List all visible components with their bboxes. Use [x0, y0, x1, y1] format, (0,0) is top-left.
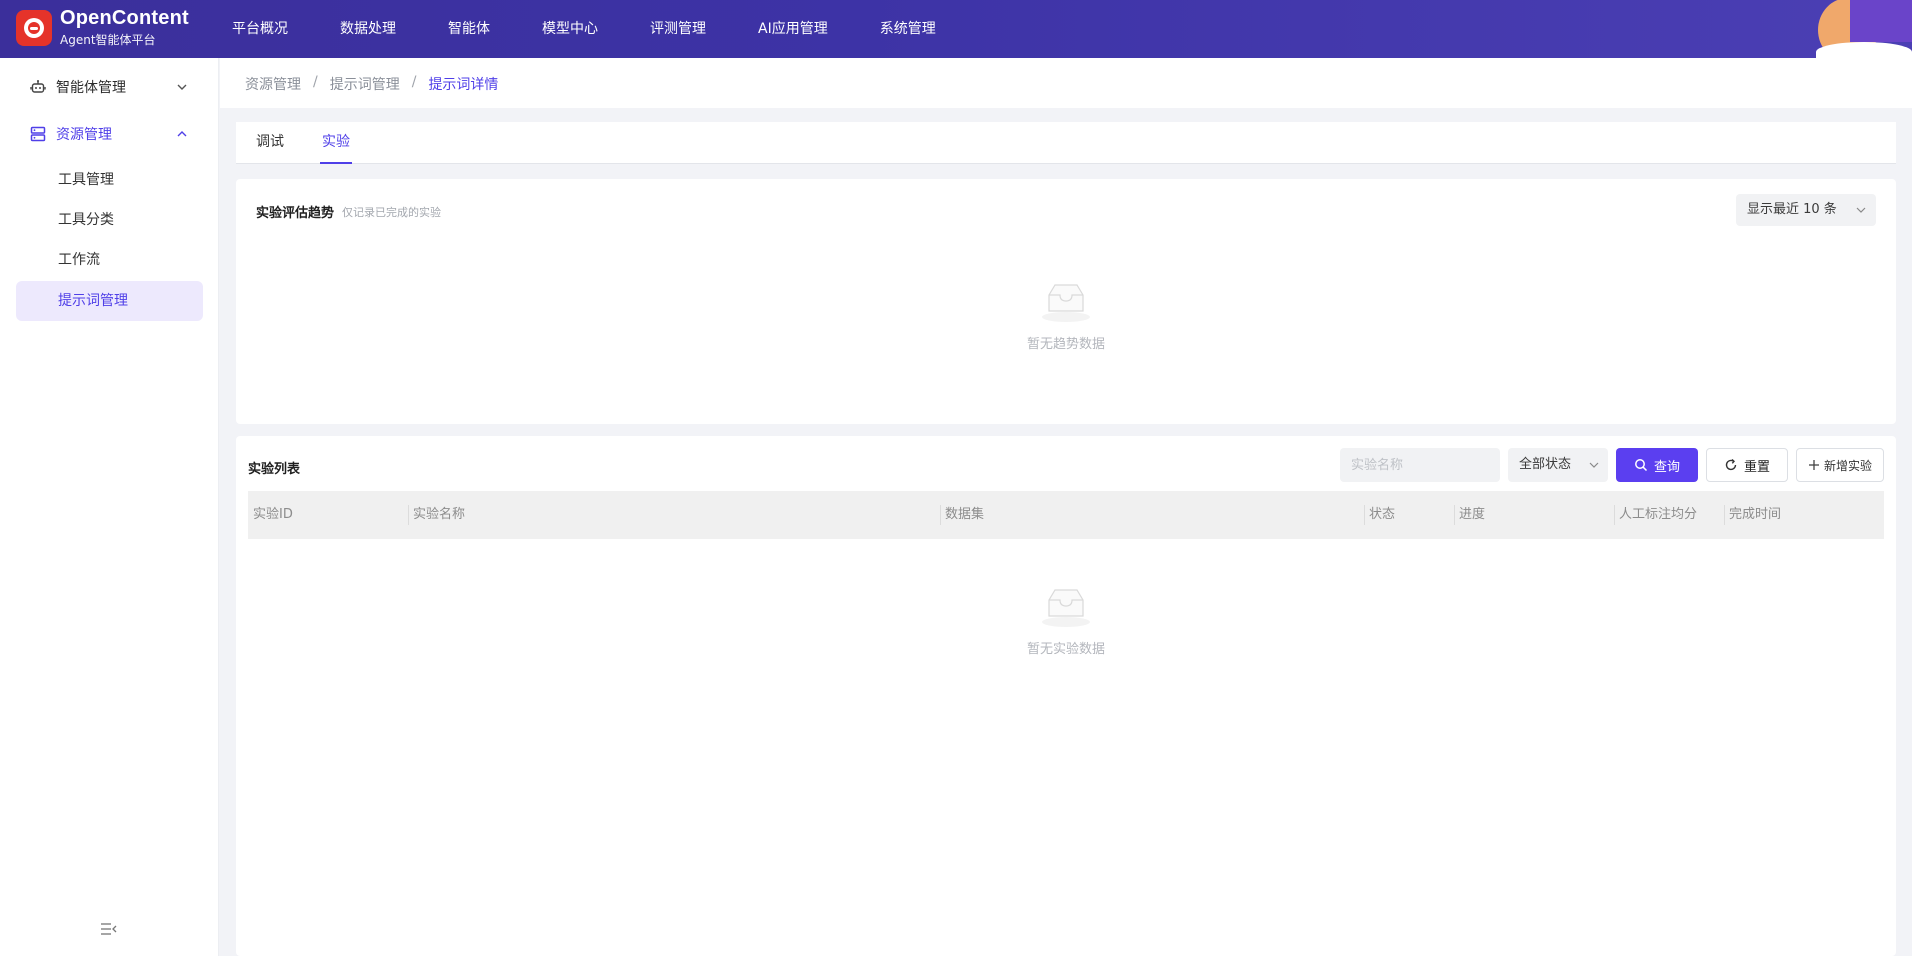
recent-count-select[interactable]: 显示最近 10 条	[1736, 194, 1876, 226]
menu-fold-icon[interactable]	[100, 922, 118, 936]
experiments-title: 实验列表	[248, 462, 301, 477]
sidebar-group-resource-management[interactable]: 资源管理	[16, 114, 204, 154]
query-button-label: 查询	[1653, 459, 1680, 475]
breadcrumb-item-resource[interactable]: 资源管理	[245, 74, 301, 94]
column-header-manual-score[interactable]: 人工标注均分	[1614, 491, 1697, 539]
top-navbar: OpenContent Agent智能体平台 平台概况 数据处理 智能体 模型中…	[0, 0, 1912, 58]
tab-experiment[interactable]: 实验	[320, 122, 352, 164]
nav-item-agent[interactable]: 智能体	[422, 0, 516, 58]
brand-subtitle: Agent智能体平台	[60, 33, 156, 47]
avatar[interactable]	[1812, 0, 1912, 58]
nav-item-overview[interactable]: 平台概况	[210, 0, 314, 58]
experiments-empty-text: 暂无实验数据	[1026, 642, 1105, 657]
nav-item-ai-apps[interactable]: AI应用管理	[732, 0, 854, 58]
sidebar-item-tools[interactable]: 工具管理	[16, 160, 203, 200]
column-header-label: 进度	[1459, 507, 1486, 522]
empty-inbox-icon	[1042, 284, 1090, 322]
plus-icon	[1808, 460, 1819, 470]
column-header-name[interactable]: 实验名称	[408, 491, 465, 539]
sidebar-group-label: 资源管理	[56, 127, 112, 143]
column-header-label: 人工标注均分	[1619, 507, 1698, 522]
column-header-label: 数据集	[945, 507, 985, 522]
empty-inbox-icon	[1042, 589, 1090, 627]
breadcrumb-bar: 资源管理 / 提示词管理 / 提示词详情	[220, 58, 1912, 108]
sidebar: 智能体管理 资源管理 工具管理 工具分类 工作流 提示词管理	[0, 58, 219, 956]
status-filter-select[interactable]: 全部状态	[1508, 448, 1608, 482]
column-header-finish-time[interactable]: 完成时间	[1724, 491, 1781, 539]
nav-item-model-center[interactable]: 模型中心	[516, 0, 624, 58]
experiment-name-search-input[interactable]	[1340, 448, 1500, 482]
server-icon	[30, 126, 46, 142]
column-header-progress[interactable]: 进度	[1454, 491, 1485, 539]
chevron-down-icon	[177, 84, 187, 90]
column-header-label: 状态	[1369, 507, 1396, 522]
chevron-down-icon	[1856, 207, 1866, 213]
add-experiment-button[interactable]: 新增实验	[1796, 448, 1884, 482]
add-experiment-button-label: 新增实验	[1823, 458, 1872, 473]
status-filter-value: 全部状态	[1519, 457, 1572, 472]
trend-hint: 仅记录已完成的实验	[342, 206, 441, 219]
table-header: 实验ID 实验名称 数据集 状态 进度 人工标注均分 完成时间	[248, 491, 1884, 539]
breadcrumb-separator: /	[411, 74, 417, 90]
sidebar-group-agent-management[interactable]: 智能体管理	[16, 67, 204, 107]
column-header-status[interactable]: 状态	[1364, 491, 1395, 539]
chevron-up-icon	[177, 131, 187, 137]
reset-button[interactable]: 重置	[1706, 448, 1788, 482]
trend-empty-text: 暂无趋势数据	[1026, 337, 1105, 352]
reset-button-label: 重置	[1743, 459, 1770, 475]
breadcrumb-separator: /	[313, 74, 318, 90]
nav-item-data-processing[interactable]: 数据处理	[314, 0, 422, 58]
tabs-bar: 调试 实验	[236, 122, 1896, 164]
sidebar-item-workflow[interactable]: 工作流	[16, 240, 203, 280]
main-nav: 平台概况 数据处理 智能体 模型中心 评测管理 AI应用管理 系统管理	[210, 0, 962, 58]
sidebar-item-prompt-management[interactable]: 提示词管理	[16, 281, 203, 321]
experiments-empty-state: 暂无实验数据	[986, 586, 1146, 657]
nav-item-evaluation[interactable]: 评测管理	[624, 0, 732, 58]
trend-card: 实验评估趋势 仅记录已完成的实验 显示最近 10 条 暂无趋势数据	[236, 179, 1896, 424]
sidebar-group-label: 智能体管理	[56, 80, 126, 96]
column-header-label: 完成时间	[1729, 507, 1782, 522]
column-header-id[interactable]: 实验ID	[248, 491, 293, 539]
chevron-down-icon	[1589, 462, 1599, 468]
brand-name: OpenContent	[60, 7, 189, 29]
query-button[interactable]: 查询	[1616, 448, 1698, 482]
breadcrumb-item-prompts[interactable]: 提示词管理	[330, 74, 400, 94]
reload-icon	[1725, 458, 1737, 471]
column-header-label: 实验名称	[413, 507, 466, 522]
trend-title: 实验评估趋势	[256, 206, 335, 221]
breadcrumb-item-current: 提示词详情	[428, 77, 499, 93]
search-icon	[1635, 459, 1648, 472]
brand-logo-icon[interactable]	[16, 10, 52, 46]
recent-count-value: 显示最近 10 条	[1747, 202, 1837, 217]
sidebar-item-tool-categories[interactable]: 工具分类	[16, 200, 203, 240]
robot-icon	[30, 80, 46, 93]
trend-empty-state: 暂无趋势数据	[986, 281, 1146, 352]
breadcrumb: 资源管理 / 提示词管理 / 提示词详情	[245, 74, 498, 94]
experiments-card: 实验列表 全部状态 查询 重置 新增实验 实验ID 实验名称 数据集 状态 进度	[236, 436, 1896, 956]
nav-item-system[interactable]: 系统管理	[854, 0, 962, 58]
tab-debug[interactable]: 调试	[256, 122, 284, 164]
column-header-dataset[interactable]: 数据集	[940, 491, 984, 539]
